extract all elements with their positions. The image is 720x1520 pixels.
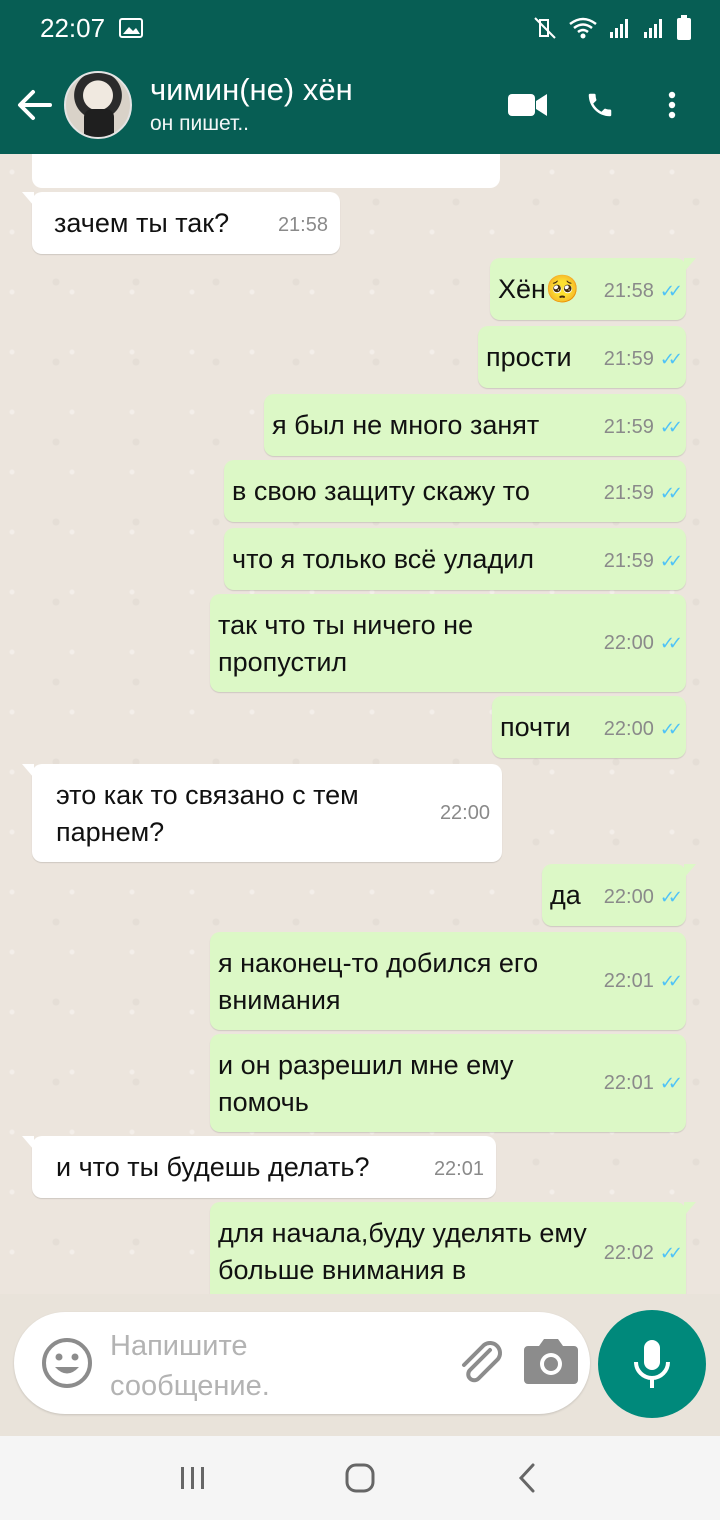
read-ticks-icon: ✓✓ xyxy=(659,1073,683,1093)
message-bubble[interactable]: что я только всё уладил 21:59 ✓✓ xyxy=(224,528,686,590)
message-bubble[interactable]: это как то связано с тем парнем? 22:00 xyxy=(22,764,502,862)
camera-button[interactable] xyxy=(522,1336,580,1390)
read-ticks-icon: ✓✓ xyxy=(659,887,683,907)
camera-icon xyxy=(524,1339,578,1384)
message-time: 22:00 xyxy=(603,886,654,908)
message-text: и что ты будешь делать? xyxy=(56,1152,370,1182)
composer: Напишите сообщение. xyxy=(0,1294,720,1434)
message-list[interactable]: зачем ты так? 21:58 Хён🥺 21:58 ✓✓ прости … xyxy=(0,154,720,1294)
message-time: 22:01 xyxy=(603,970,654,992)
typing-status: он пишет.. xyxy=(150,112,250,135)
message-input[interactable]: Напишите сообщение. xyxy=(110,1326,350,1406)
message-time: 22:00 xyxy=(603,718,654,740)
message-time: 22:00 xyxy=(439,802,490,824)
chat-header: чимин(не) хён он пишет.. xyxy=(0,56,720,154)
video-call-button[interactable] xyxy=(506,83,550,127)
message-text: для начала,буду уделять ему больше внима… xyxy=(218,1218,587,1285)
message-text: так что ты ничего не пропустил xyxy=(218,610,474,677)
read-ticks-icon: ✓✓ xyxy=(659,281,683,301)
phone-icon xyxy=(588,93,612,117)
emoji-button[interactable] xyxy=(40,1336,94,1390)
message-time: 21:59 xyxy=(603,550,654,572)
contact-name: чимин(не) хён xyxy=(150,72,353,107)
message-bubble[interactable]: Хён🥺 21:58 ✓✓ xyxy=(490,258,696,320)
message-bubble[interactable]: прости 21:59 ✓✓ xyxy=(478,326,686,388)
home-button[interactable] xyxy=(330,1448,390,1508)
message-bubble[interactable]: и что ты будешь делать? 22:01 xyxy=(22,1136,496,1198)
message-text: что я только всё уладил xyxy=(232,544,535,574)
message-bubble[interactable]: я наконец-то добился его внимания 22:01 ✓… xyxy=(210,932,686,1030)
message-text: я наконец-то добился его внимания xyxy=(218,948,539,1015)
message-text: прости xyxy=(486,342,572,372)
read-ticks-icon: ✓✓ xyxy=(659,719,683,739)
message-time: 22:00 xyxy=(603,632,654,654)
read-ticks-icon: ✓✓ xyxy=(659,633,683,653)
read-ticks-icon: ✓✓ xyxy=(659,971,683,991)
message-bubble[interactable]: так что ты ничего не пропустил 22:00 ✓✓ xyxy=(210,594,686,692)
message-time: 21:59 xyxy=(603,482,654,504)
message-text: да xyxy=(550,880,581,910)
message-time: 22:01 xyxy=(603,1072,654,1094)
status-time: 22:07 xyxy=(40,12,106,43)
paperclip-icon xyxy=(462,1341,502,1383)
chevron-left-icon xyxy=(518,1463,535,1493)
signal-icon xyxy=(610,19,628,38)
message-bubble[interactable]: да 22:00 ✓✓ xyxy=(542,864,696,926)
signal-icon-2 xyxy=(644,19,662,38)
avatar[interactable] xyxy=(64,71,132,139)
recent-apps-button[interactable] xyxy=(163,1448,223,1508)
message-time: 21:58 xyxy=(277,214,328,236)
message-time: 21:58 xyxy=(603,280,654,302)
message-text: Хён🥺 xyxy=(498,274,580,304)
home-icon xyxy=(345,1463,375,1493)
message-bubble[interactable]: в свою защиту скажу то 21:59 ✓✓ xyxy=(224,460,686,522)
battery-icon xyxy=(677,15,691,40)
microphone-icon xyxy=(634,1340,670,1388)
message-bubble[interactable]: зачем ты так? 21:58 xyxy=(22,192,340,254)
read-ticks-icon: ✓✓ xyxy=(659,551,683,571)
mute-vibrate-icon xyxy=(534,17,556,39)
voice-record-button[interactable] xyxy=(598,1310,706,1418)
message-text: и он разрешил мне ему помочь xyxy=(218,1050,514,1117)
previous-message-partial xyxy=(32,154,500,188)
message-time: 21:59 xyxy=(603,348,654,370)
gallery-icon xyxy=(119,18,144,38)
menu-button[interactable] xyxy=(650,83,694,127)
attach-button[interactable] xyxy=(452,1336,506,1390)
message-text: почти xyxy=(500,712,571,742)
contact-info[interactable]: чимин(не) хён он пишет.. xyxy=(150,72,506,138)
more-vertical-icon xyxy=(668,91,676,119)
message-bubble[interactable]: я был не много занят 21:59 ✓✓ xyxy=(264,394,686,456)
read-ticks-icon: ✓✓ xyxy=(659,417,683,437)
video-camera-icon xyxy=(508,94,547,116)
message-bubble[interactable]: для начала,буду уделять ему больше внима… xyxy=(210,1202,696,1294)
arrow-left-icon xyxy=(18,90,52,120)
read-ticks-icon: ✓✓ xyxy=(659,483,683,503)
system-nav-bar xyxy=(0,1436,720,1520)
wifi-icon xyxy=(569,17,597,39)
nav-back-button[interactable] xyxy=(497,1448,557,1508)
recent-apps-icon xyxy=(181,1467,205,1489)
message-text: в свою защиту скажу то xyxy=(232,476,530,506)
back-button[interactable] xyxy=(4,56,64,154)
message-input-container[interactable]: Напишите сообщение. xyxy=(14,1312,590,1414)
voice-call-button[interactable] xyxy=(578,83,622,127)
message-text: зачем ты так? xyxy=(54,208,230,238)
read-ticks-icon: ✓✓ xyxy=(659,1243,683,1263)
message-time: 21:59 xyxy=(603,416,654,438)
read-ticks-icon: ✓✓ xyxy=(659,349,683,369)
message-bubble[interactable]: и он разрешил мне ему помочь 22:01 ✓✓ xyxy=(210,1034,686,1132)
message-text: это как то связано с тем парнем? xyxy=(56,780,359,847)
message-bubble[interactable]: почти 22:00 ✓✓ xyxy=(492,696,686,758)
message-text: я был не много занят xyxy=(272,410,540,440)
emoji-icon xyxy=(42,1338,92,1388)
message-time: 22:01 xyxy=(433,1158,484,1180)
status-bar: 22:07 xyxy=(0,0,720,56)
message-time: 22:02 xyxy=(603,1242,654,1264)
